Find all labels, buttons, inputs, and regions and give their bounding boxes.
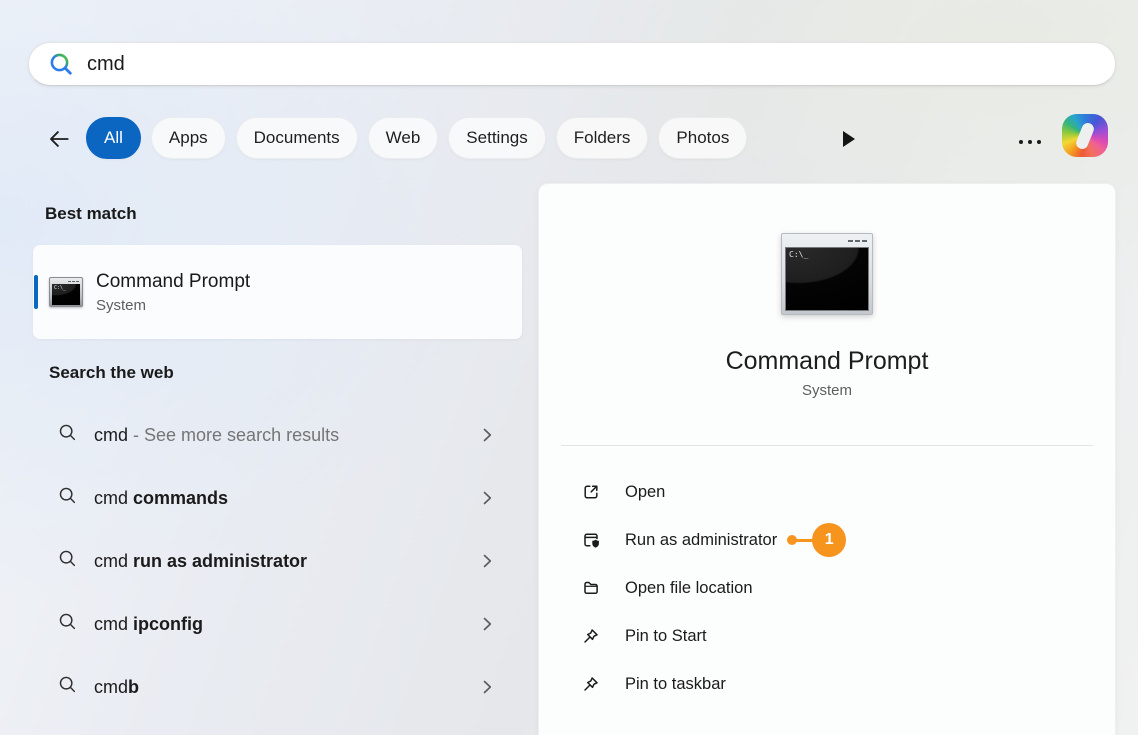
chevron-right-icon bbox=[483, 680, 492, 694]
action-label: Open bbox=[625, 483, 665, 502]
command-prompt-icon-large: C:\_ bbox=[781, 233, 873, 315]
tab-apps[interactable]: Apps bbox=[151, 117, 226, 159]
suggestion-text: cmd run as administrator bbox=[94, 551, 307, 572]
chevron-right-icon bbox=[483, 428, 492, 442]
detail-subtitle: System bbox=[539, 382, 1115, 399]
copilot-icon[interactable] bbox=[1062, 114, 1108, 157]
web-suggestion-item[interactable]: cmd ipconfig bbox=[33, 602, 522, 646]
run-as-administrator-button[interactable]: Run as administrator 1 bbox=[581, 516, 1115, 564]
pin-to-taskbar-button[interactable]: Pin to taskbar bbox=[581, 660, 1115, 708]
chevron-right-icon bbox=[483, 554, 492, 568]
best-match-subtitle: System bbox=[96, 297, 250, 314]
best-match-text: Command Prompt System bbox=[96, 271, 250, 314]
best-match-heading: Best match bbox=[45, 204, 522, 224]
annotation-connector bbox=[796, 539, 813, 542]
web-suggestion-item[interactable]: cmd - See more search results bbox=[33, 413, 522, 457]
selection-accent-bar bbox=[34, 275, 38, 309]
web-suggestions-list: cmd - See more search results cmd comman… bbox=[33, 413, 522, 709]
action-label: Run as administrator bbox=[625, 531, 777, 550]
action-label: Pin to taskbar bbox=[625, 675, 726, 694]
tab-photos[interactable]: Photos bbox=[658, 117, 747, 159]
tab-documents[interactable]: Documents bbox=[236, 117, 358, 159]
back-arrow-icon[interactable] bbox=[46, 126, 72, 152]
action-label: Open file location bbox=[625, 579, 753, 598]
web-suggestion-item[interactable]: cmd run as administrator bbox=[33, 539, 522, 583]
search-icon bbox=[58, 675, 77, 699]
pin-icon bbox=[581, 626, 601, 646]
more-options-icon[interactable] bbox=[1015, 136, 1045, 148]
run-as-admin-shield-icon bbox=[581, 530, 601, 550]
best-match-title: Command Prompt bbox=[96, 271, 250, 293]
web-suggestion-item[interactable]: cmdb bbox=[33, 665, 522, 709]
pin-to-start-button[interactable]: Pin to Start bbox=[581, 612, 1115, 660]
suggestion-text: cmd commands bbox=[94, 488, 228, 509]
tab-folders[interactable]: Folders bbox=[556, 117, 649, 159]
suggestion-text: cmd ipconfig bbox=[94, 614, 203, 635]
annotation-marker-1: 1 bbox=[787, 523, 846, 557]
detail-title: Command Prompt bbox=[539, 347, 1115, 376]
search-bar[interactable] bbox=[28, 42, 1116, 86]
suggestion-text: cmd - See more search results bbox=[94, 425, 339, 446]
divider bbox=[561, 445, 1093, 446]
chevron-right-icon bbox=[483, 617, 492, 631]
search-icon bbox=[58, 486, 77, 510]
action-label: Pin to Start bbox=[625, 627, 707, 646]
open-icon bbox=[581, 482, 601, 502]
search-icon bbox=[48, 51, 74, 77]
detail-panel: C:\_ Command Prompt System Open bbox=[538, 183, 1116, 735]
action-list: Open Run as administrator 1 bbox=[539, 468, 1115, 708]
tab-all[interactable]: All bbox=[86, 117, 141, 159]
tab-web[interactable]: Web bbox=[368, 117, 439, 159]
best-match-result[interactable]: C:\_ Command Prompt System bbox=[33, 245, 522, 339]
search-icon bbox=[58, 549, 77, 573]
web-suggestion-item[interactable]: cmd commands bbox=[33, 476, 522, 520]
search-results-column: Best match C:\_ Command Prompt System Se… bbox=[33, 204, 522, 728]
pin-icon bbox=[581, 674, 601, 694]
open-button[interactable]: Open bbox=[581, 468, 1115, 516]
open-file-location-button[interactable]: Open file location bbox=[581, 564, 1115, 612]
search-icon bbox=[58, 423, 77, 447]
tab-settings[interactable]: Settings bbox=[448, 117, 545, 159]
annotation-badge: 1 bbox=[812, 523, 846, 557]
more-filters-icon[interactable] bbox=[843, 131, 856, 147]
command-prompt-icon: C:\_ bbox=[49, 277, 83, 307]
search-filter-tabs: All Apps Documents Web Settings Folders … bbox=[86, 117, 747, 159]
folder-icon bbox=[581, 578, 601, 598]
search-web-heading: Search the web bbox=[49, 363, 522, 383]
chevron-right-icon bbox=[483, 491, 492, 505]
suggestion-text: cmdb bbox=[94, 677, 139, 698]
search-input[interactable] bbox=[87, 53, 987, 76]
search-icon bbox=[58, 612, 77, 636]
